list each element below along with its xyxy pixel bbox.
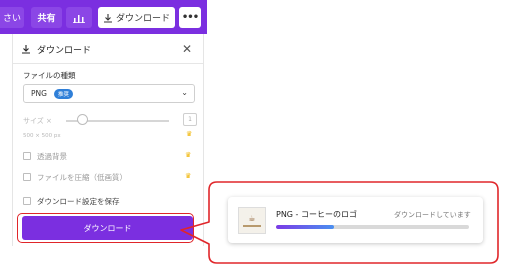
download-progress-card: ☕ PNG - コーヒーのロゴ ダウンロードしています (228, 197, 483, 243)
highlight-outline (17, 213, 194, 243)
coffee-cup-icon: ☕ (248, 214, 256, 223)
toolbar-partial-label: さい (2, 14, 21, 24)
divider (13, 63, 203, 64)
save-settings-checkbox[interactable] (23, 197, 31, 205)
chevron-down-icon: ⌄ (181, 88, 188, 97)
size-value: 1 (188, 116, 192, 123)
dimensions-text: 500 × 500 px (23, 133, 61, 139)
compress-checkbox[interactable] (23, 173, 31, 181)
crown-icon: ♛ (185, 172, 192, 180)
design-thumbnail: ☕ (238, 207, 266, 234)
download-progress-fill (276, 225, 334, 229)
transparent-bg-label: 透過背景 (37, 151, 67, 161)
crown-icon: ♛ (185, 151, 192, 159)
crown-icon: ♛ (186, 130, 193, 138)
download-icon (103, 13, 112, 23)
transparent-bg-checkbox[interactable] (23, 152, 31, 160)
more-dots-icon: ••• (181, 12, 199, 23)
save-settings-option[interactable]: ダウンロード設定を保存 (23, 195, 120, 207)
download-status: ダウンロードしています (394, 211, 471, 219)
save-settings-label: ダウンロード設定を保存 (37, 196, 120, 206)
size-input[interactable]: 1 (183, 113, 197, 126)
toolbar-download-label: ダウンロード (115, 14, 170, 24)
download-icon (22, 45, 30, 54)
toolbar-download-button[interactable]: ダウンロード (98, 7, 175, 28)
panel-header: ダウンロード ✕ (21, 41, 195, 57)
file-type-select[interactable]: PNG 推奨 ⌄ (23, 84, 195, 103)
file-type-value: PNG (31, 89, 47, 98)
size-label: サイズ × (23, 117, 52, 125)
insights-button[interactable] (66, 7, 92, 28)
panel-title: ダウンロード (37, 45, 92, 56)
close-icon[interactable]: ✕ (182, 41, 192, 57)
bar-chart-icon (73, 14, 85, 23)
share-button[interactable]: 共有 (31, 7, 62, 28)
top-toolbar: さい 共有 ダウンロード ••• (0, 0, 207, 34)
recommended-badge: 推奨 (53, 88, 73, 99)
compress-option[interactable]: ファイルを圧縮（低画質） (23, 171, 127, 183)
share-label: 共有 (37, 14, 56, 24)
compress-label: ファイルを圧縮（低画質） (37, 172, 127, 182)
more-options-button[interactable]: ••• (179, 7, 201, 28)
file-type-label: ファイルの種類 (23, 71, 76, 80)
transparent-bg-option[interactable]: 透過背景 (23, 150, 67, 162)
toolbar-partial-button[interactable]: さい (0, 7, 24, 28)
download-progress-bar (276, 225, 469, 229)
size-slider-handle[interactable] (77, 114, 88, 125)
download-file-name: PNG - コーヒーのロゴ (276, 210, 357, 219)
